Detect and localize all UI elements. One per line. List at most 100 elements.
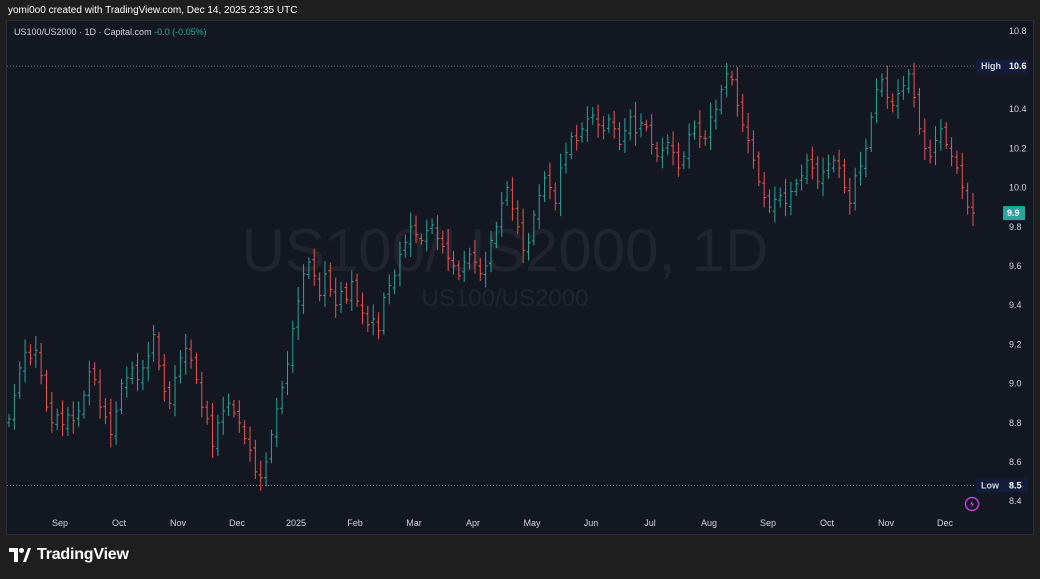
ohlc-bar <box>365 305 370 333</box>
ohlc-bar <box>580 122 585 143</box>
time-tick-label: Jul <box>644 518 656 528</box>
ohlc-bar <box>799 164 804 191</box>
time-tick-label: Sep <box>760 518 776 528</box>
ohlc-bar <box>558 153 563 217</box>
price-tick-label: 8.8 <box>1009 418 1022 428</box>
ohlc-bar <box>253 439 258 480</box>
ohlc-bar <box>655 141 660 163</box>
ohlc-bar <box>847 177 852 215</box>
ohlc-bar <box>124 366 129 398</box>
ohlc-bar <box>39 343 44 385</box>
ohlc-bar <box>76 401 81 428</box>
ohlc-bar <box>231 399 236 418</box>
time-tick-label: 2025 <box>286 518 306 528</box>
lightning-icon[interactable] <box>964 496 980 512</box>
ohlc-bar <box>65 406 70 436</box>
time-tick-label: Jun <box>584 518 599 528</box>
ohlc-bar <box>767 189 772 214</box>
ohlc-bar <box>563 142 568 174</box>
ohlc-bar <box>33 335 38 368</box>
price-tick-label: 9.0 <box>1009 379 1022 389</box>
ohlc-bar <box>837 149 842 179</box>
price-tick-label: 9.6 <box>1009 261 1022 271</box>
ohlc-bar <box>665 134 670 156</box>
ohlc-bar <box>601 116 606 140</box>
ohlc-bar <box>912 62 917 108</box>
price-tick-label: 9.8 <box>1009 222 1022 232</box>
time-tick-label: Feb <box>347 518 363 528</box>
ohlc-bar <box>140 359 145 391</box>
ohlc-bar <box>740 94 745 133</box>
time-tick-label: Apr <box>466 518 480 528</box>
high-tag-value: 10.6 <box>1009 61 1027 71</box>
ohlc-bar <box>885 65 890 109</box>
ohlc-bar <box>628 109 633 141</box>
ohlc-bar <box>215 414 220 456</box>
ohlc-bar <box>189 339 194 369</box>
ohlc-bar <box>119 378 124 414</box>
time-tick-label: May <box>523 518 541 528</box>
ohlc-bar <box>7 413 11 428</box>
time-tick-label: Dec <box>937 518 954 528</box>
ohlc-bar <box>815 156 820 189</box>
ohlc-bar <box>574 124 579 151</box>
ohlc-bar <box>596 104 601 138</box>
ohlc-bar <box>890 93 895 113</box>
ohlc-bar <box>569 131 574 160</box>
symbol-legend[interactable]: US100/US2000 · 1D · Capital.com -0.0 (-0… <box>14 27 207 37</box>
ohlc-bar <box>751 130 756 169</box>
ohlc-bar <box>783 178 788 217</box>
ohlc-bar <box>879 73 884 97</box>
ohlc-bar <box>17 361 22 399</box>
ohlc-bar <box>376 312 381 340</box>
ohlc-bar <box>167 381 172 410</box>
ohlc-bar <box>360 292 365 325</box>
ohlc-bar <box>49 392 54 433</box>
price-axis[interactable]: 8.4 8.6 8.8 9.0 9.2 9.4 9.6 9.8 10.0 10.2 10.4 10.8 <box>1009 26 1027 506</box>
ohlc-bar <box>98 369 103 419</box>
ohlc-bar <box>55 408 60 431</box>
ohlc-bar <box>221 396 226 435</box>
time-axis[interactable]: Sep Oct Nov Dec 2025 Feb Mar Apr May Jun Jul Aug Sep… <box>52 518 954 528</box>
ohlc-bar <box>108 398 113 448</box>
ohlc-bar <box>863 138 868 178</box>
ohlc-bar <box>606 114 611 133</box>
price-tick-label: 9.4 <box>1009 300 1022 310</box>
ohlc-bar <box>869 112 874 153</box>
ohlc-bar <box>896 79 901 119</box>
watermark-subtitle: US100/US2000 <box>422 285 589 312</box>
time-tick-label: Mar <box>406 518 422 528</box>
ohlc-bar <box>44 370 49 412</box>
tradingview-logo[interactable]: TradingView <box>9 546 129 564</box>
ohlc-bar <box>617 122 622 151</box>
ohlc-bar <box>697 110 702 149</box>
price-tick-label: 8.4 <box>1009 496 1022 506</box>
price-tick-label: 10.4 <box>1009 104 1027 114</box>
ohlc-bar <box>183 334 188 375</box>
ohlc-bar <box>553 182 558 211</box>
legend-change: -0.0 (-0.05%) <box>154 27 207 37</box>
ohlc-bar <box>954 150 959 174</box>
ohlc-bar <box>826 154 831 179</box>
ohlc-bar <box>949 137 954 167</box>
ohlc-bar <box>103 398 108 425</box>
chart-caption: yomi0o0 created with TradingView.com, De… <box>8 5 298 16</box>
ohlc-bar <box>922 118 927 160</box>
ohlc-bar <box>794 178 799 196</box>
price-tick-label: 9.2 <box>1009 339 1022 349</box>
chart-pane[interactable]: US100/US2000, 1D US100/US2000 8.4 8.6 8.8 9… <box>6 20 1034 535</box>
ohlc-bar <box>285 351 290 396</box>
ohlc-bar <box>746 112 751 154</box>
ohlc-bar <box>296 286 301 341</box>
ohlc-bar <box>81 390 86 419</box>
low-tag-value: 8.5 <box>1009 481 1022 491</box>
price-tick-label: 8.6 <box>1009 457 1022 467</box>
ohlc-chart[interactable]: US100/US2000, 1D US100/US2000 8.4 8.6 8.8 9… <box>7 21 1034 535</box>
ohlc-bar <box>162 354 167 402</box>
ohlc-bar <box>649 114 654 155</box>
ohlc-bar <box>264 452 269 487</box>
ohlc-bar <box>788 181 793 216</box>
ohlc-bar <box>505 181 510 206</box>
ohlc-bar <box>772 186 777 223</box>
ohlc-bar <box>762 172 767 208</box>
